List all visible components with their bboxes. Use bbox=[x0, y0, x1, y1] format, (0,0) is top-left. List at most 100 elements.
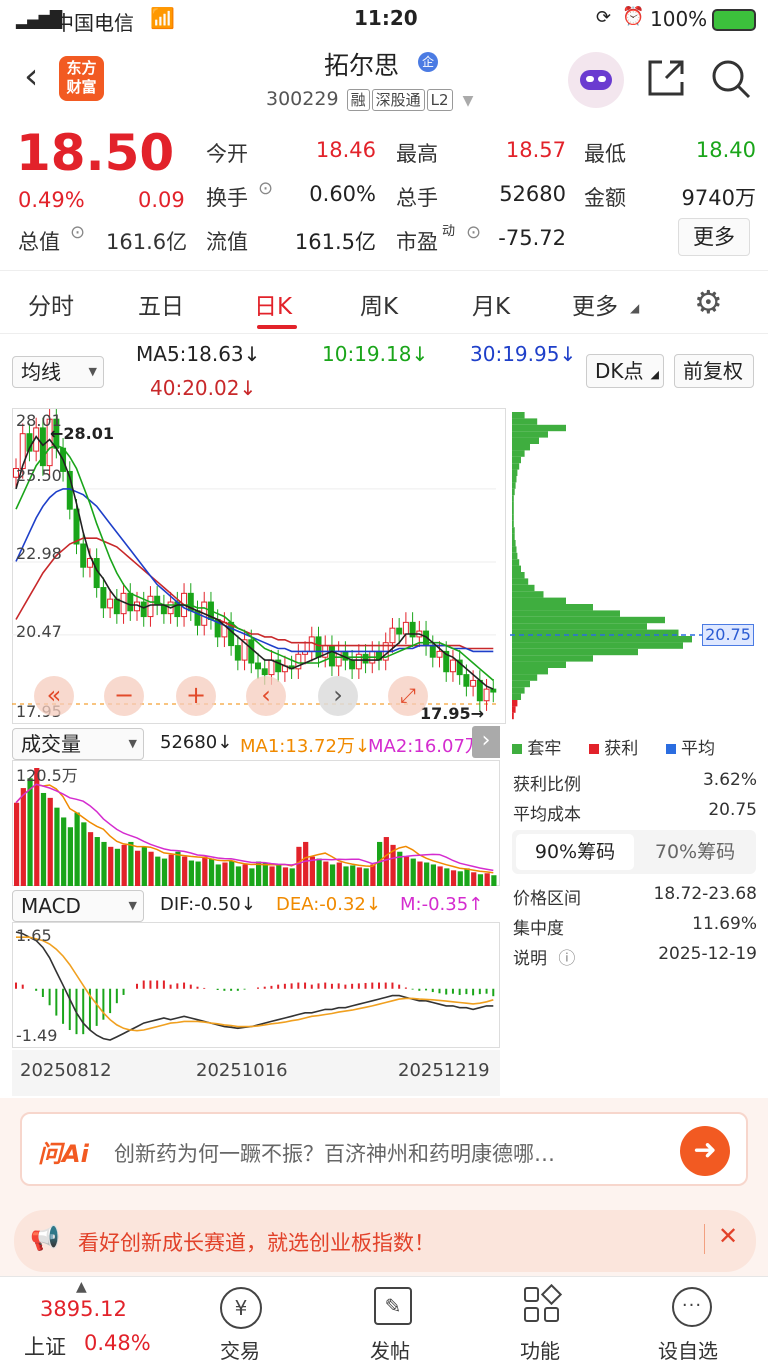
volume-bar bbox=[377, 841, 383, 886]
fullscreen-icon[interactable]: ⤢ bbox=[388, 676, 428, 716]
tab-daily-k[interactable]: 日K bbox=[254, 287, 292, 321]
fast-back-button[interactable]: « bbox=[34, 676, 74, 716]
tab-chip-90[interactable]: 90%筹码 bbox=[516, 834, 634, 870]
search-icon[interactable] bbox=[710, 58, 752, 100]
chip-bar bbox=[512, 610, 620, 617]
candle-body bbox=[80, 543, 87, 568]
high-label: 最高 bbox=[396, 142, 438, 166]
volume-value: 52680↓ bbox=[160, 732, 233, 753]
pe-value: -75.72 bbox=[498, 226, 566, 250]
volume-bar bbox=[457, 871, 463, 886]
volume-bar bbox=[121, 844, 127, 886]
volume-bar bbox=[289, 868, 295, 886]
volume-bar bbox=[356, 867, 363, 886]
volume-bar bbox=[242, 864, 248, 886]
gear-icon[interactable]: ⚙ bbox=[694, 283, 723, 321]
candle-body bbox=[402, 621, 409, 635]
share-icon[interactable] bbox=[646, 58, 686, 98]
scroll-left-button[interactable]: ‹ bbox=[246, 676, 286, 716]
ma30-line bbox=[15, 488, 494, 653]
tab-weekly-k[interactable]: 周K bbox=[360, 287, 398, 321]
volume-chart[interactable] bbox=[12, 760, 500, 886]
corner-triangle-icon: ◢ bbox=[630, 301, 640, 315]
chip-bar bbox=[512, 444, 530, 451]
y-axis-label: 22.98 bbox=[16, 544, 62, 563]
chip-bar bbox=[512, 706, 516, 713]
ask-submit-button[interactable]: ➜ bbox=[680, 1126, 730, 1176]
zoom-out-button[interactable]: − bbox=[104, 676, 144, 716]
macd-chart[interactable] bbox=[12, 922, 500, 1048]
volume-select[interactable]: 成交量 ▼ bbox=[12, 728, 144, 760]
dropdown-icon[interactable]: ▼ bbox=[463, 93, 474, 109]
chip-bar bbox=[512, 636, 692, 643]
back-icon[interactable]: ‹ bbox=[24, 56, 38, 97]
robot-avatar[interactable] bbox=[568, 52, 624, 108]
tab-post[interactable]: 发帖 bbox=[370, 1335, 410, 1364]
candle-body bbox=[470, 679, 477, 687]
watchlist-icon[interactable]: ··· bbox=[672, 1287, 712, 1327]
candle-body bbox=[436, 650, 443, 658]
battery-percent: 100% bbox=[650, 7, 708, 31]
index-name[interactable]: 上证 bbox=[24, 1331, 66, 1361]
volume-bar bbox=[222, 862, 228, 886]
date-axis: 20250812 20251016 20251219 bbox=[12, 1050, 500, 1096]
volume-bar bbox=[208, 858, 215, 886]
indicator-select[interactable]: 均线 ▼ bbox=[12, 356, 104, 388]
ask-ai-box[interactable]: 问Ai 创新药为何一蹶不振？百济神州和药明康德哪… ➜ bbox=[20, 1112, 748, 1186]
dk-point-button[interactable]: DK点 ◢ bbox=[586, 354, 664, 388]
tab-chip-70[interactable]: 70%筹码 bbox=[636, 834, 754, 870]
adjust-button[interactable]: 前复权 bbox=[674, 354, 754, 388]
ask-ai-text: 创新药为何一蹶不振？百济神州和药明康德哪… bbox=[114, 1142, 555, 1166]
candle-body bbox=[490, 688, 497, 693]
pe-sup: 动 bbox=[442, 224, 456, 239]
chip-bar bbox=[512, 412, 525, 419]
chip-bar bbox=[512, 463, 520, 470]
tab-five-day[interactable]: 五日 bbox=[138, 287, 184, 321]
candle-body bbox=[255, 662, 261, 670]
expand-arrow-button[interactable]: › bbox=[472, 726, 500, 758]
dea-line bbox=[16, 936, 494, 1032]
info-icon[interactable]: ⓘ bbox=[558, 949, 575, 969]
tab-intraday[interactable]: 分时 bbox=[28, 287, 74, 321]
function-icon[interactable] bbox=[524, 1283, 563, 1323]
candle-body bbox=[113, 598, 120, 615]
nav-header: ‹ 东方 财富 拓尔思 企 300229 融深股通 L2 ▼ bbox=[0, 40, 768, 118]
candle-body bbox=[268, 659, 275, 676]
index-value[interactable]: 3895.12 bbox=[40, 1297, 127, 1321]
candle-body bbox=[127, 592, 134, 612]
chip-bar bbox=[512, 623, 647, 630]
open-label: 今开 bbox=[206, 142, 248, 166]
avg-cost-tag: 20.75 bbox=[702, 624, 754, 646]
macd-select[interactable]: MACD ▼ bbox=[12, 890, 144, 922]
info-icon[interactable]: ⊙ bbox=[70, 222, 85, 243]
tab-add-watchlist[interactable]: 设自选 bbox=[658, 1335, 718, 1364]
volume-bar bbox=[114, 848, 121, 886]
info-icon[interactable]: ⊙ bbox=[258, 178, 273, 199]
chip-bar bbox=[512, 476, 517, 483]
close-icon[interactable]: ✕ bbox=[718, 1222, 738, 1250]
volume-bar bbox=[87, 832, 94, 886]
trade-icon[interactable]: ¥ bbox=[220, 1287, 262, 1329]
volume-bar bbox=[437, 866, 443, 886]
candle-body bbox=[19, 433, 26, 470]
tab-monthly-k[interactable]: 月K bbox=[472, 287, 510, 321]
index-percent[interactable]: 0.48% bbox=[84, 1331, 151, 1355]
tab-trade[interactable]: 交易 bbox=[220, 1335, 260, 1364]
candle-body bbox=[107, 598, 114, 609]
legend-profit: 获利 bbox=[604, 739, 639, 759]
legend-swatch bbox=[665, 744, 676, 754]
volume-bar bbox=[491, 875, 497, 886]
chip-bar bbox=[512, 469, 518, 476]
post-icon[interactable]: ✎ bbox=[374, 1287, 412, 1325]
pe-label: 市盈 bbox=[396, 230, 438, 254]
zoom-in-button[interactable]: + bbox=[176, 676, 216, 716]
more-button[interactable]: 更多 bbox=[678, 218, 750, 256]
scroll-right-button[interactable]: › bbox=[318, 676, 358, 716]
info-icon[interactable]: ⊙ bbox=[466, 222, 481, 243]
up-arrow-icon: ▲ bbox=[76, 1279, 87, 1295]
tab-function[interactable]: 功能 bbox=[520, 1335, 560, 1364]
tab-more[interactable]: 更多 bbox=[572, 287, 618, 321]
promo-banner[interactable]: 📢 看好创新成长赛道，就选创业板指数！ ✕ bbox=[14, 1210, 756, 1272]
candle-body bbox=[429, 645, 436, 658]
current-price: 18.50 bbox=[16, 124, 175, 182]
